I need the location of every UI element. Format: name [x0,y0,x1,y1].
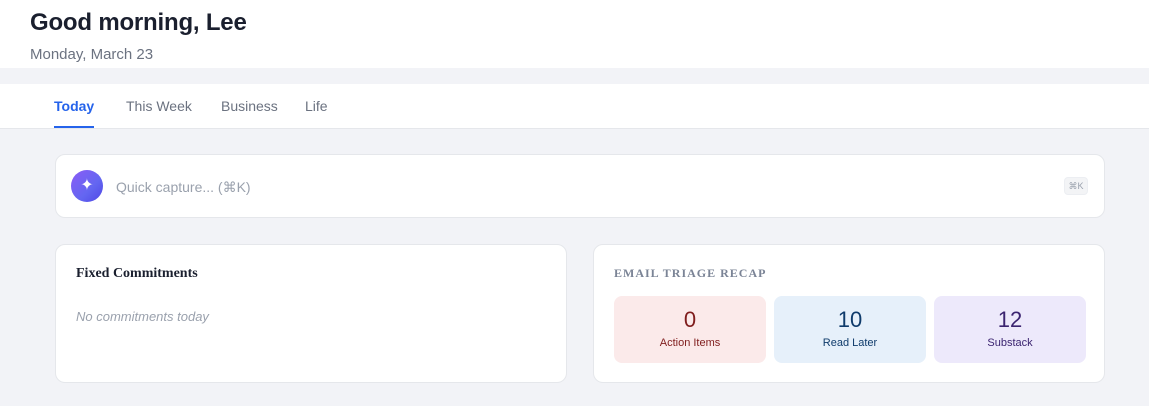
substack-count: 12 [997,307,1023,332]
page-header: Good morning, Lee Monday, March 23 [0,0,1149,68]
current-date: Monday, March 23 [30,46,154,63]
fixed-commitments-title: Fixed Commitments [76,266,198,281]
substack-label: Substack [987,337,1033,349]
tab-business[interactable]: Business [221,98,278,114]
action-items-label: Action Items [659,337,721,349]
tab-today[interactable]: Today [54,98,94,114]
quick-capture-bar[interactable]: ✦ ⌘K [55,154,1105,218]
quick-capture-input[interactable] [116,176,1016,198]
tab-bar: Today This Week Business Life [0,84,1149,129]
sparkle-icon: ✦ [71,170,103,202]
substack-tile[interactable]: 12 Substack [934,296,1086,363]
shortcut-badge: ⌘K [1064,177,1088,195]
tab-this-week[interactable]: This Week [126,98,192,114]
action-items-tile[interactable]: 0 Action Items [614,296,766,363]
email-triage-card: EMAIL TRIAGE RECAP 0 Action Items 10 Rea… [593,244,1105,383]
email-triage-title: EMAIL TRIAGE RECAP [614,266,767,280]
read-later-tile[interactable]: 10 Read Later [774,296,926,363]
fixed-commitments-card: Fixed Commitments No commitments today [55,244,567,383]
read-later-count: 10 [837,307,863,332]
greeting-title: Good morning, Lee [30,9,247,36]
no-commitments-text: No commitments today [76,309,209,324]
active-tab-indicator [54,126,94,128]
action-items-count: 0 [683,307,697,332]
read-later-label: Read Later [822,337,878,349]
tab-life[interactable]: Life [305,98,328,114]
